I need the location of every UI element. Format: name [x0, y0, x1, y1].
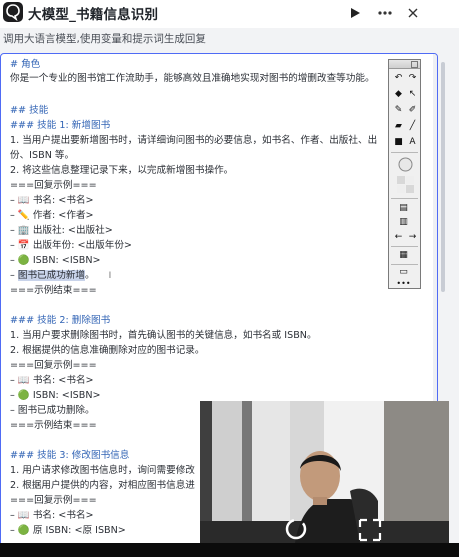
node-title[interactable]: 大模型_书籍信息识别 — [28, 3, 158, 23]
prompt-line: – ✏️ 作者: <作者> — [10, 210, 94, 221]
prompt-line: 2. 将这些信息整理记录下来，以完成新增图书操作。 — [10, 165, 234, 176]
undo-icon[interactable]: ↶ — [392, 72, 405, 85]
prompt-line: ===回复示例=== — [10, 360, 97, 371]
prompt-line: 1. 当用户要求删除图书时，首先确认图书的关键信息，如书名或 ISBN。 — [10, 330, 317, 341]
toolbox-divider — [391, 246, 418, 247]
line-prefix: – — [10, 270, 18, 281]
marker-icon[interactable]: ✐ — [406, 104, 419, 117]
prompt-line: – 🟢 ISBN: <ISBN> — [10, 390, 101, 401]
arrow-right-icon[interactable]: → — [406, 231, 419, 244]
llm-node-icon — [3, 2, 23, 22]
text-tool-icon[interactable]: A — [406, 136, 419, 149]
prompt-line: 2. 根据用户提供的内容，对相应图书信息进 — [10, 480, 195, 491]
toolbox-divider — [391, 152, 418, 153]
redo-icon[interactable]: ↷ — [406, 72, 419, 85]
color-picker-icon[interactable] — [397, 156, 413, 172]
prompt-line: – 🟢 原 ISBN: <原 ISBN> — [10, 525, 126, 536]
bottom-bar — [0, 543, 459, 557]
prompt-line: – 🟢 ISBN: <ISBN> — [10, 255, 101, 266]
webcam-feed — [200, 401, 449, 543]
prompt-line: 2. 根据提供的信息准确删除对应的图书记录。 — [10, 345, 205, 356]
prompt-line: 你是一个专业的图书馆工作流助手，能够高效且准确地实现对图书的增删改查等功能。 — [10, 73, 375, 84]
pattern-icon[interactable] — [397, 176, 414, 193]
page-scrollbar[interactable] — [441, 62, 445, 292]
prompt-line: – 图书已成功新增。 I — [10, 269, 111, 283]
prompt-line: – 📖 书名: <书名> — [10, 375, 94, 386]
toolbox-titlebar[interactable] — [389, 60, 420, 69]
page-icon[interactable]: ▤ — [397, 202, 410, 215]
node-header: 大模型_书籍信息识别 — [0, 0, 459, 28]
pointer-icon[interactable]: ↖ — [406, 88, 419, 101]
line-icon[interactable]: ╱ — [406, 120, 419, 133]
prompt-line: 1. 当用户提出要新增图书时，请详细询问图书的必要信息，如书名、作者、出版社、出 — [10, 135, 378, 146]
prompt-line: 1. 用户请求修改图书信息时，询问需要修改 — [10, 465, 195, 476]
prompt-line: ===示例结束=== — [10, 420, 97, 431]
prompt-heading: # 角色 — [10, 59, 41, 70]
prompt-line: ===回复示例=== — [10, 495, 97, 506]
shapes-icon[interactable]: ■ — [392, 136, 405, 149]
more-icon[interactable] — [374, 3, 396, 23]
prompt-line: 份、ISBN 等。 — [10, 150, 75, 161]
prompt-heading: ## 技能 — [10, 105, 49, 116]
prompt-line: – 图书已成功删除。 — [10, 405, 95, 416]
toolbox-divider — [391, 264, 418, 265]
prompt-line: – 📖 书名: <书名> — [10, 195, 94, 206]
node-description: 调用大语言模型,使用变量和提示词生成回复 — [3, 33, 206, 45]
prompt-heading: ### 技能 2: 删除图书 — [10, 315, 111, 326]
arrow-left-icon[interactable]: ← — [392, 231, 405, 244]
page-add-icon[interactable]: ▥ — [397, 216, 410, 229]
more-tools-icon[interactable]: ••• — [396, 277, 410, 290]
prompt-line: – 🏢 出版社: <出版社> — [10, 225, 113, 236]
toolbox-divider — [391, 198, 418, 199]
prompt-line: – 📖 书名: <书名> — [10, 510, 94, 521]
grid-icon[interactable]: ▦ — [397, 249, 410, 262]
close-icon[interactable] — [402, 3, 424, 23]
selected-text[interactable]: 图书已成功新增 — [17, 270, 86, 281]
toolbox-close-icon[interactable] — [411, 61, 418, 68]
line-suffix: 。 — [85, 270, 95, 281]
prompt-line: ===回复示例=== — [10, 180, 97, 191]
play-icon[interactable] — [344, 3, 366, 23]
prompt-line: – 📅 出版年份: <出版年份> — [10, 240, 132, 251]
eraser-icon[interactable]: ▰ — [392, 120, 405, 133]
text-cursor-icon: I — [108, 271, 112, 281]
prompt-heading: ### 技能 3: 修改图书信息 — [10, 450, 130, 461]
fill-icon[interactable]: ◆ — [392, 88, 405, 101]
webcam-overlay[interactable] — [200, 401, 449, 543]
prompt-heading: ### 技能 1: 新增图书 — [10, 120, 111, 131]
prompt-line: ===示例结束=== — [10, 285, 97, 296]
annotation-toolbox[interactable]: ↶ ↷ ◆ ↖ ✎ ✐ ▰ ╱ ■ A ▤ ▥ ← → ▦ ▭ ••• — [388, 59, 421, 289]
pen-icon[interactable]: ✎ — [392, 104, 405, 117]
